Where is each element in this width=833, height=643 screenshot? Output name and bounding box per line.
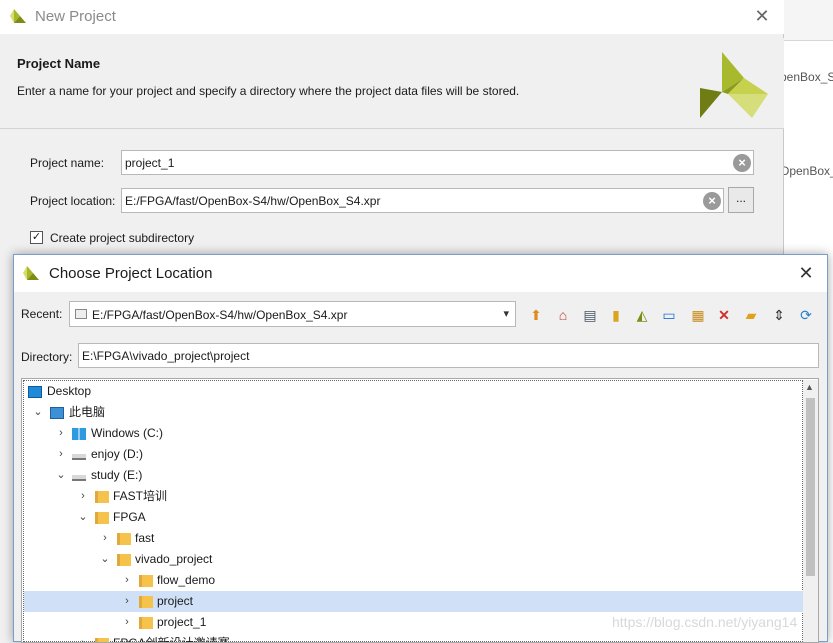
project-location-input[interactable]: E:/FPGA/fast/OpenBox-S4/hw/OpenBox_S4.xp… [121, 188, 724, 213]
background-window-text: penBox_S4.: [780, 70, 833, 84]
folder-icon [139, 617, 153, 629]
desktop-icon [28, 386, 42, 398]
project-name-label: Project name: [30, 156, 105, 170]
monitor-icon[interactable]: ▭ [659, 305, 679, 325]
close-icon[interactable]: ✕ [796, 263, 816, 283]
dialog-title: New Project [35, 8, 116, 25]
chevron-right-icon[interactable]: › [121, 612, 133, 633]
close-icon[interactable]: ✕ [752, 6, 772, 26]
home-icon[interactable]: ⌂ [553, 305, 573, 325]
new-folder-icon[interactable]: ▦ [688, 305, 708, 325]
new-project-titlebar: New Project ✕ [0, 0, 784, 34]
chevron-right-icon[interactable]: › [121, 570, 133, 591]
vivado-logo-icon [23, 266, 39, 283]
chevron-right-icon[interactable]: › [55, 444, 67, 465]
chevron-down-icon[interactable]: ⌄ [99, 549, 111, 570]
clear-icon[interactable]: × [703, 192, 721, 210]
tree-item[interactable]: ⌄ study (E:) [24, 465, 804, 486]
vivado-icon[interactable]: ◭ [632, 305, 652, 325]
background-window-header [784, 0, 833, 41]
recent-label: Recent: [21, 307, 63, 321]
tree-item-selected[interactable]: › project [24, 591, 804, 612]
directory-tree[interactable]: Desktop ⌄ 此电脑 › Windows (C:) › enjoy (D:… [21, 378, 819, 643]
vertical-scrollbar[interactable]: ▲ [803, 380, 818, 642]
directory-label: Directory: [21, 350, 73, 364]
tree-item[interactable]: Desktop [24, 381, 804, 402]
folder-icon [95, 638, 109, 642]
create-subdir-label: Create project subdirectory [50, 231, 195, 245]
dialog-title: Choose Project Location [49, 265, 213, 282]
recent-dropdown[interactable]: E:/FPGA/fast/OpenBox-S4/hw/OpenBox_S4.xp… [69, 301, 516, 327]
folder-icon [95, 512, 109, 524]
collapse-icon[interactable]: ⇕ [769, 305, 789, 325]
drive-icon [72, 454, 86, 460]
background-window-text: OpenBox_ [780, 164, 833, 178]
tree-item[interactable]: › fast [24, 528, 804, 549]
folder-icon [95, 491, 109, 503]
wizard-banner: Project Name Enter a name for your proje… [0, 38, 784, 128]
browse-button[interactable]: ... [728, 187, 754, 213]
desktop-icon[interactable]: ▤ [580, 305, 600, 325]
chevron-down-icon[interactable]: ⌄ [55, 465, 67, 486]
documents-icon[interactable]: ▮ [606, 305, 626, 325]
chevron-down-icon[interactable]: ⌄ [32, 402, 44, 423]
folder-icon [139, 575, 153, 587]
tree-item[interactable]: › Windows (C:) [24, 423, 804, 444]
tree-item[interactable]: ⌄ FPGA [24, 507, 804, 528]
folder-icon [75, 309, 87, 319]
drive-icon [72, 475, 86, 481]
folder-icon [117, 554, 131, 566]
scroll-up-icon[interactable]: ▲ [805, 382, 814, 392]
folder-icon [139, 596, 153, 608]
choose-location-titlebar: Choose Project Location ✕ [14, 255, 827, 292]
project-location-label: Project location: [30, 194, 116, 208]
tree-item[interactable]: › FAST培训 [24, 486, 804, 507]
page-description: Enter a name for your project and specif… [17, 84, 520, 98]
vivado-logo-icon [10, 9, 26, 26]
computer-icon [50, 407, 64, 419]
chevron-right-icon[interactable]: › [99, 528, 111, 549]
divider [0, 128, 784, 129]
page-heading: Project Name [17, 56, 101, 71]
up-folder-icon[interactable]: ⬆ [526, 305, 546, 325]
refresh-icon[interactable]: ⟳ [796, 305, 816, 325]
chevron-right-icon[interactable]: › [121, 591, 133, 612]
tree-item[interactable]: › flow_demo [24, 570, 804, 591]
chevron-right-icon[interactable]: › [77, 486, 89, 507]
chevron-down-icon[interactable]: ▾ [503, 307, 509, 320]
clear-icon[interactable]: × [733, 154, 751, 172]
delete-icon[interactable]: ✕ [714, 305, 734, 325]
recent-value: E:/FPGA/fast/OpenBox-S4/hw/OpenBox_S4.xp… [92, 308, 348, 322]
project-name-input[interactable]: project_1 [121, 150, 754, 175]
choose-location-dialog: Choose Project Location ✕ Recent: E:/FPG… [13, 254, 828, 643]
directory-input[interactable]: E:\FPGA\vivado_project\project [78, 343, 819, 368]
vivado-logo-icon [700, 48, 770, 121]
tree-item[interactable]: ⌄ 此电脑 [24, 402, 804, 423]
folder-icon [117, 533, 131, 545]
scrollbar-thumb[interactable] [806, 398, 815, 576]
tree-item[interactable]: › enjoy (D:) [24, 444, 804, 465]
watermark: https://blog.csdn.net/yiyang14 [612, 614, 798, 630]
create-subdir-checkbox[interactable]: ✓ [30, 231, 43, 244]
windows-drive-icon [72, 428, 86, 440]
tree-item[interactable]: ⌄ vivado_project [24, 549, 804, 570]
chevron-down-icon[interactable]: ⌄ [77, 507, 89, 528]
chevron-right-icon[interactable]: › [55, 423, 67, 444]
open-folder-icon[interactable]: ▰ [741, 305, 761, 325]
